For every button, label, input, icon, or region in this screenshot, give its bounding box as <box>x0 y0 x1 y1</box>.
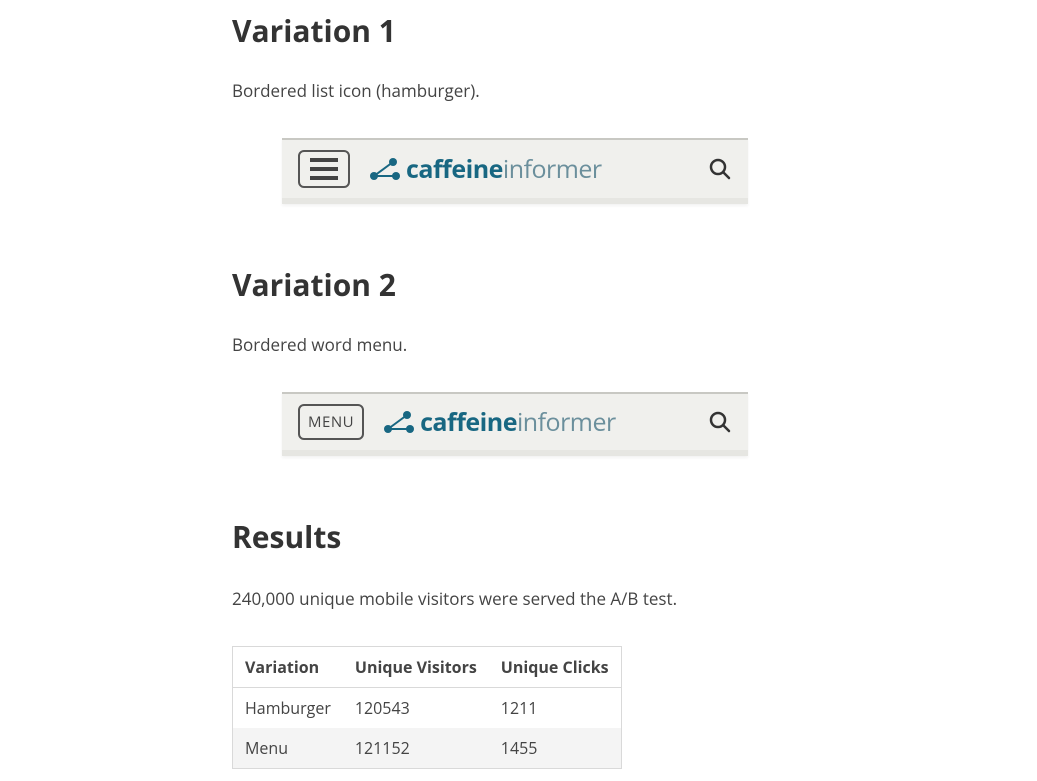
table-row: Hamburger 120543 1211 <box>233 688 622 729</box>
results-section: Results 240,000 unique mobile visitors w… <box>232 516 792 769</box>
brand-text: caffeineinformer <box>406 152 602 186</box>
search-icon[interactable] <box>708 157 732 181</box>
cell-clicks: 1211 <box>489 688 621 729</box>
variation-2-heading: Variation 2 <box>232 264 792 305</box>
results-description: 240,000 unique mobile visitors were serv… <box>232 587 792 610</box>
hamburger-menu-button[interactable] <box>298 150 350 188</box>
cell-visitors: 121152 <box>343 728 489 769</box>
variation-1-description: Bordered list icon (hamburger). <box>232 79 792 102</box>
variation-2-header-mock: MENU caffeineinformer <box>282 392 748 456</box>
hamburger-icon <box>310 158 338 180</box>
results-heading: Results <box>232 516 792 557</box>
network-icon <box>382 409 416 435</box>
col-clicks: Unique Clicks <box>489 647 621 688</box>
variation-1-heading: Variation 1 <box>232 10 792 51</box>
cell-visitors: 120543 <box>343 688 489 729</box>
cell-variation: Hamburger <box>233 688 343 729</box>
variation-1-header-mock: caffeineinformer <box>282 138 748 204</box>
brand-logo[interactable]: caffeineinformer <box>368 152 690 186</box>
menu-word-button[interactable]: MENU <box>298 404 364 440</box>
col-visitors: Unique Visitors <box>343 647 489 688</box>
brand-logo[interactable]: caffeineinformer <box>382 405 690 439</box>
col-variation: Variation <box>233 647 343 688</box>
brand-text: caffeineinformer <box>420 405 616 439</box>
table-row: Menu 121152 1455 <box>233 728 622 769</box>
variation-2-section: Variation 2 Bordered word menu. MENU caf… <box>232 264 792 456</box>
network-icon <box>368 156 402 182</box>
cell-clicks: 1455 <box>489 728 621 769</box>
variation-2-description: Bordered word menu. <box>232 333 792 356</box>
cell-variation: Menu <box>233 728 343 769</box>
results-table: Variation Unique Visitors Unique Clicks … <box>232 646 622 769</box>
search-icon[interactable] <box>708 410 732 434</box>
variation-1-section: Variation 1 Bordered list icon (hamburge… <box>232 10 792 204</box>
